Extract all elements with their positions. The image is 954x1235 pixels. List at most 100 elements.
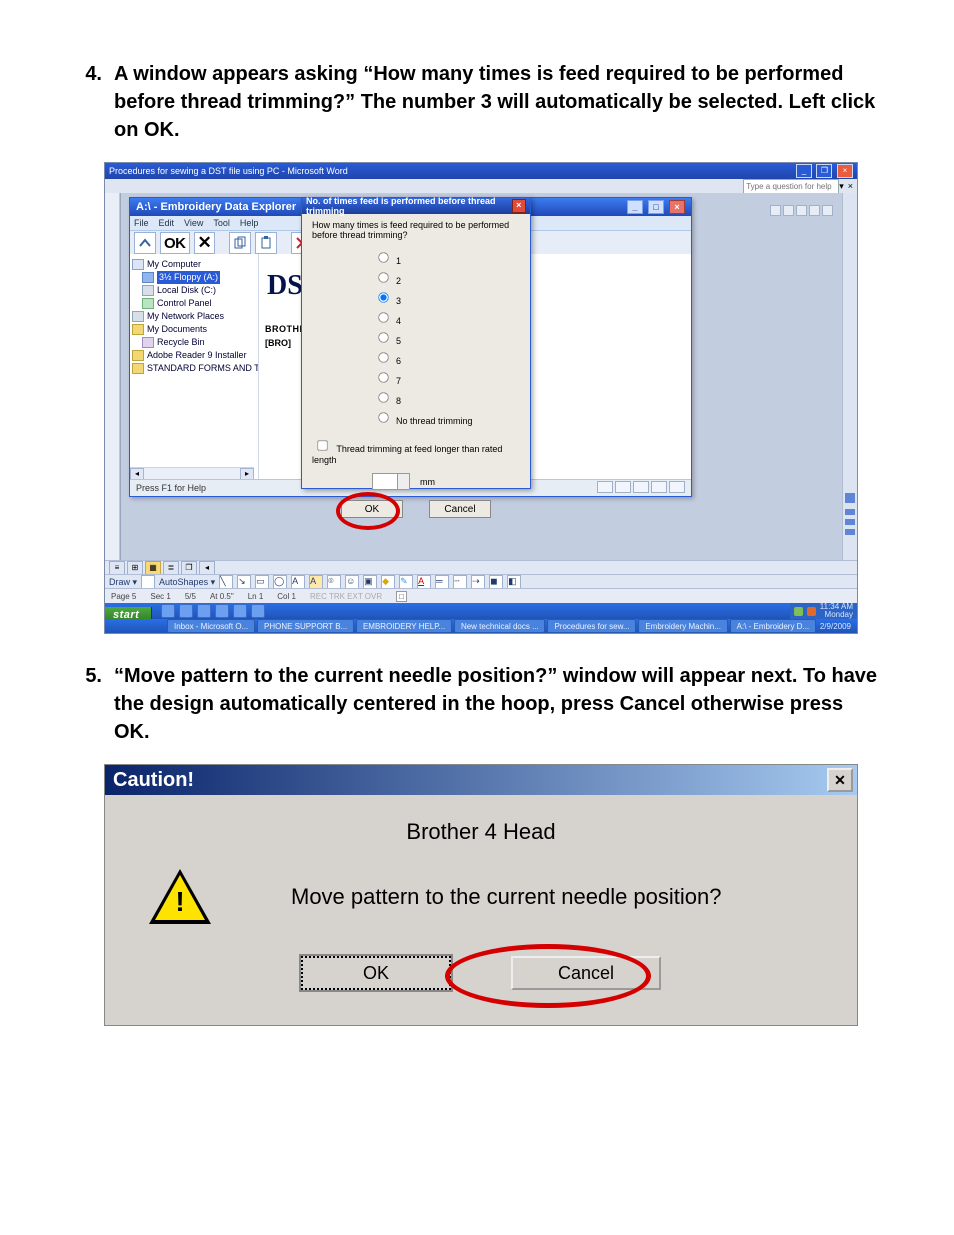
tree-local-c[interactable]: Local Disk (C:) <box>157 285 216 295</box>
toolbar-up-icon[interactable] <box>134 232 156 254</box>
close-icon[interactable]: × <box>669 200 685 214</box>
help-dropdown-icon[interactable]: ▾ <box>839 181 844 192</box>
font-color-icon[interactable]: A <box>417 575 431 589</box>
doc-close-icon[interactable]: × <box>848 181 853 191</box>
oval-icon[interactable]: ◯ <box>273 575 287 589</box>
radio-1[interactable] <box>378 252 388 262</box>
tree-recycle-bin[interactable]: Recycle Bin <box>157 337 205 347</box>
radio-6[interactable] <box>378 352 388 362</box>
taskbar-item[interactable]: Inbox - Microsoft O... <box>167 619 255 633</box>
toolbar-ok-button[interactable]: OK <box>160 232 190 254</box>
toolbar-cancel-button[interactable]: ✕ <box>194 232 216 254</box>
paste-icon[interactable] <box>255 232 277 254</box>
radio-2[interactable] <box>378 272 388 282</box>
caution-ok-button[interactable]: OK <box>301 956 451 990</box>
radio-no-trim[interactable] <box>378 412 388 422</box>
diagram-icon[interactable]: ⌾ <box>327 575 341 589</box>
view-print-icon[interactable]: ▦ <box>145 561 161 575</box>
tree-my-computer[interactable]: My Computer <box>147 259 201 269</box>
word-status-bar: Page 5 Sec 1 5/5 At 0.5" Ln 1 Col 1 REC … <box>105 588 857 603</box>
tree-standard-forms[interactable]: STANDARD FORMS AND TEMPLAT <box>147 363 259 373</box>
mm-input[interactable] <box>372 473 410 490</box>
menu-edit[interactable]: Edit <box>159 218 175 228</box>
radio-5[interactable] <box>378 332 388 342</box>
status-at: At 0.5" <box>210 592 234 601</box>
step-text-4: A window appears asking “How many times … <box>114 60 884 144</box>
close-icon[interactable]: × <box>837 164 853 178</box>
tree-adobe-reader[interactable]: Adobe Reader 9 Installer <box>147 350 247 360</box>
tree-my-documents[interactable]: My Documents <box>147 324 207 334</box>
menu-file[interactable]: File <box>134 218 149 228</box>
3d-icon[interactable]: ◧ <box>507 575 521 589</box>
radio-3[interactable] <box>378 292 388 302</box>
line-icon[interactable]: ╲ <box>219 575 233 589</box>
minimize-icon[interactable]: _ <box>796 164 812 178</box>
shadow-icon[interactable]: ◼ <box>489 575 503 589</box>
maximize-icon[interactable]: □ <box>648 200 664 214</box>
windows-taskbar-items[interactable]: Inbox - Microsoft O... PHONE SUPPORT B..… <box>105 619 857 633</box>
arrow-style-icon[interactable]: ⇢ <box>471 575 485 589</box>
windows-taskbar-top[interactable]: start 11:34 AM Monday <box>105 603 857 619</box>
dialog-close-icon[interactable]: × <box>512 199 526 213</box>
dialog-title-text: No. of times feed is performed before th… <box>306 196 512 216</box>
draw-menu[interactable]: Draw ▾ <box>109 577 137 588</box>
taskbar-item[interactable]: Embroidery Machin... <box>638 619 727 633</box>
preview-large-text: DS <box>267 270 303 302</box>
quick-launch[interactable] <box>155 603 271 619</box>
tree-control-panel[interactable]: Control Panel <box>157 298 212 308</box>
line-style-icon[interactable]: ═ <box>435 575 449 589</box>
autoshapes-menu[interactable]: AutoShapes ▾ <box>159 577 215 588</box>
step-number-4: 4. <box>80 60 102 144</box>
wordart-icon[interactable]: A <box>309 575 323 589</box>
caution-question: Move pattern to the current needle posit… <box>291 884 722 910</box>
word-window-controls[interactable]: _ ❐ × <box>794 164 853 178</box>
caution-title-bar: Caution! ✕ <box>105 765 857 795</box>
taskbar-item[interactable]: A:\ - Embroidery D... <box>730 619 816 633</box>
line-color-icon[interactable]: ✎ <box>399 575 413 589</box>
picture-icon[interactable]: ▣ <box>363 575 377 589</box>
taskbar-item[interactable]: PHONE SUPPORT B... <box>257 619 354 633</box>
taskbar-item[interactable]: Procedures for sew... <box>547 619 636 633</box>
help-search-input[interactable] <box>743 179 839 194</box>
menu-tool[interactable]: Tool <box>213 218 230 228</box>
word-drawing-toolbar[interactable]: Draw ▾ AutoShapes ▾ ╲ ↘ ▭ ◯ A A ⌾ ☺ ▣ ◆ … <box>105 574 857 589</box>
taskbar-item[interactable]: New technical docs ... <box>454 619 546 633</box>
explorer-tree[interactable]: My Computer 3½ Floppy (A:) Local Disk (C… <box>130 254 259 480</box>
tray-icon[interactable] <box>807 607 816 616</box>
taskbar-item[interactable]: EMBROIDERY HELP... <box>356 619 452 633</box>
textbox-icon[interactable]: A <box>291 575 305 589</box>
fill-color-icon[interactable]: ◆ <box>381 575 395 589</box>
view-reading-icon[interactable]: ❐ <box>181 561 197 575</box>
select-icon[interactable] <box>141 575 155 589</box>
word-scrollbar[interactable] <box>842 193 857 561</box>
tree-network-places[interactable]: My Network Places <box>147 311 224 321</box>
view-outline-icon[interactable]: ≣ <box>163 561 179 575</box>
view-normal-icon[interactable]: ≡ <box>109 561 125 575</box>
toolbar-pin[interactable] <box>770 205 833 216</box>
radio-8[interactable] <box>378 392 388 402</box>
restore-icon[interactable]: ❐ <box>816 164 832 178</box>
dialog-radio-group[interactable]: 1 2 3 4 5 6 7 8 No thread trimming <box>372 248 520 426</box>
menu-view[interactable]: View <box>184 218 203 228</box>
menu-help[interactable]: Help <box>240 218 259 228</box>
explorer-window-controls[interactable]: _ □ × <box>625 200 685 214</box>
dash-style-icon[interactable]: ┄ <box>453 575 467 589</box>
clipart-icon[interactable]: ☺ <box>345 575 359 589</box>
status-help-text: Press F1 for Help <box>136 483 206 493</box>
system-tray[interactable]: 11:34 AM Monday <box>790 603 857 619</box>
copy-icon[interactable] <box>229 232 251 254</box>
view-web-icon[interactable]: ⊞ <box>127 561 143 575</box>
rect-icon[interactable]: ▭ <box>255 575 269 589</box>
caution-close-icon[interactable]: ✕ <box>827 768 853 792</box>
view-left-icon[interactable]: ◂ <box>199 561 215 575</box>
feed-length-label: Thread trimming at feed longer than rate… <box>312 444 502 465</box>
minimize-icon[interactable]: _ <box>627 200 643 214</box>
arrow-icon[interactable]: ↘ <box>237 575 251 589</box>
radio-4[interactable] <box>378 312 388 322</box>
tray-icon[interactable] <box>794 607 803 616</box>
dialog-cancel-button[interactable]: Cancel <box>429 500 491 518</box>
radio-7[interactable] <box>378 372 388 382</box>
tree-floppy-a[interactable]: 3½ Floppy (A:) <box>157 271 220 284</box>
feed-length-checkbox[interactable] <box>317 440 327 450</box>
word-view-mode-bar[interactable]: ≡ ⊞ ▦ ≣ ❐ ◂ <box>105 560 857 575</box>
